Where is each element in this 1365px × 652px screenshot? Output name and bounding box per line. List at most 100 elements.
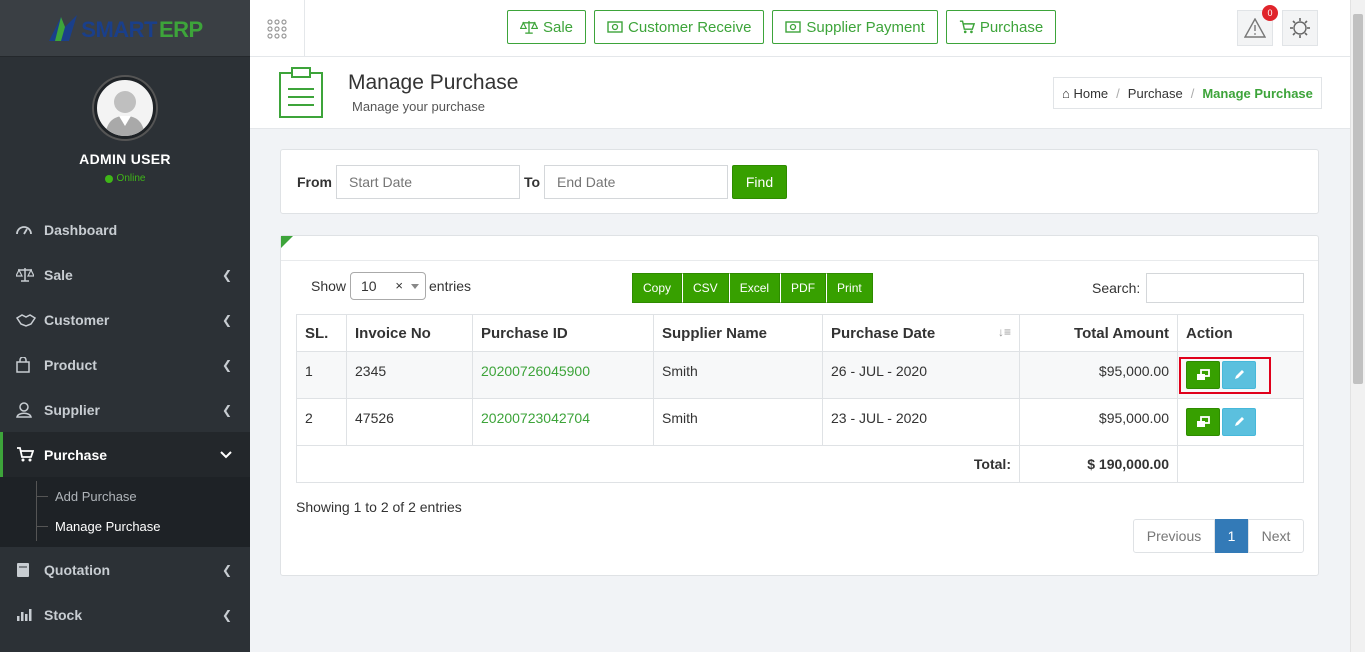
- gear-icon: [1290, 18, 1310, 38]
- sidebar-item-supplier[interactable]: Supplier ❮: [0, 387, 250, 432]
- brand-erp: ERP: [158, 17, 203, 42]
- action-highlight-box: [1179, 357, 1271, 394]
- col-header-purchase-date[interactable]: Purchase Date ↓≡: [822, 314, 1020, 352]
- breadcrumb-home[interactable]: ⌂ Home: [1062, 86, 1108, 101]
- chevron-left-icon: ❮: [221, 267, 232, 282]
- excel-button[interactable]: Excel: [728, 273, 781, 303]
- col-header-supplier[interactable]: Supplier Name: [653, 314, 823, 352]
- breadcrumb-separator: /: [1190, 85, 1195, 101]
- find-button[interactable]: Find: [732, 165, 787, 199]
- sidebar-item-customer[interactable]: Customer ❮: [0, 297, 250, 342]
- notifications-button[interactable]: 0: [1237, 5, 1278, 46]
- sidebar-subitem-add-purchase[interactable]: Add Purchase: [0, 481, 250, 511]
- page-scrollbar[interactable]: [1350, 0, 1365, 652]
- entries-length-select[interactable]: 10 ×: [350, 272, 426, 300]
- page-title: Manage Purchase: [348, 71, 519, 94]
- sidebar-item-dashboard[interactable]: Dashboard: [0, 207, 250, 252]
- chevron-left-icon: ❮: [221, 402, 232, 417]
- sidebar-subitem-manage-purchase[interactable]: Manage Purchase: [0, 511, 250, 541]
- quick-purchase-button[interactable]: Purchase: [945, 10, 1057, 44]
- sidebar-menu: Dashboard Sale ❮ Customer ❮ Product ❮ Su…: [0, 207, 250, 477]
- scrollbar-thumb[interactable]: [1353, 14, 1363, 384]
- logo-mark-icon: [49, 15, 78, 41]
- total-label: Total:: [296, 445, 1020, 483]
- pagination: Previous 1 Next: [1133, 519, 1304, 553]
- csv-button[interactable]: CSV: [682, 273, 729, 303]
- search-label: Search:: [1092, 280, 1141, 296]
- showing-entries-info: Showing 1 to 2 of 2 entries: [296, 499, 462, 515]
- handshake-icon: [16, 313, 38, 327]
- user-avatar-icon: [105, 91, 145, 136]
- bag-icon: [16, 356, 38, 373]
- cell-purchase-id-link[interactable]: 20200723042704: [472, 398, 654, 446]
- cell-purchase-id-link[interactable]: 20200726045900: [472, 351, 654, 399]
- cell-actions: [1177, 398, 1304, 446]
- purchase-submenu: Add Purchase Manage Purchase: [0, 477, 250, 547]
- quick-action-buttons: Sale Customer Receive Supplier Payment P…: [507, 10, 1057, 44]
- pagination-next[interactable]: Next: [1248, 519, 1304, 553]
- purchase-table-card: Show 10 × entries Copy CSV Excel PDF Pri…: [280, 235, 1319, 576]
- chevron-left-icon: ❮: [221, 312, 232, 327]
- warning-icon: [1244, 18, 1266, 38]
- cell-amount: $95,000.00: [1019, 351, 1178, 399]
- to-label: To: [524, 174, 541, 190]
- col-header-sl[interactable]: SL.: [296, 314, 347, 352]
- col-header-invoice[interactable]: Invoice No: [346, 314, 473, 352]
- cell-amount: $95,000.00: [1019, 398, 1178, 446]
- col-header-action: Action: [1177, 314, 1304, 352]
- view-details-button[interactable]: [1186, 408, 1220, 436]
- cell-supplier: Smith: [653, 351, 823, 399]
- pagination-page-1[interactable]: 1: [1215, 519, 1248, 553]
- sidebar: SMART ERP ADMIN USER Online Dashboard Sa…: [0, 0, 250, 652]
- sidebar-item-sale[interactable]: Sale ❮: [0, 252, 250, 297]
- money-icon: [785, 21, 802, 33]
- brand-logo[interactable]: SMART ERP: [47, 13, 203, 43]
- pagination-previous[interactable]: Previous: [1133, 519, 1215, 553]
- quick-sale-button[interactable]: Sale: [507, 10, 587, 44]
- total-empty-cell: [1177, 445, 1304, 483]
- quick-customer-receive-button[interactable]: Customer Receive: [594, 10, 765, 44]
- settings-button[interactable]: [1282, 10, 1318, 46]
- date-filter-card: From To Find: [280, 149, 1319, 214]
- sidebar-item-stock[interactable]: Stock ❮: [0, 592, 250, 637]
- clipboard-icon: [279, 67, 323, 118]
- online-dot-icon: [104, 174, 113, 183]
- sidebar-item-quotation[interactable]: Quotation ❮: [0, 547, 250, 592]
- user-icon: [16, 401, 38, 418]
- sidebar-item-purchase[interactable]: Purchase: [0, 432, 250, 477]
- cell-date: 23 - JUL - 2020: [822, 398, 1020, 446]
- cell-date: 26 - JUL - 2020: [822, 351, 1020, 399]
- user-status: Online: [104, 173, 145, 184]
- print-button[interactable]: Print: [826, 273, 873, 303]
- start-date-input[interactable]: [336, 165, 520, 199]
- sidebar-item-product[interactable]: Product ❮: [0, 342, 250, 387]
- topbar: Sale Customer Receive Supplier Payment P…: [250, 0, 1350, 57]
- apps-grid-button[interactable]: [250, 0, 305, 57]
- card-corner-marker: [281, 236, 293, 248]
- breadcrumb-purchase[interactable]: Purchase: [1128, 86, 1183, 101]
- breadcrumb-separator: /: [1116, 85, 1120, 101]
- scale-icon: [520, 20, 538, 35]
- col-header-purchase-id[interactable]: Purchase ID: [472, 314, 654, 352]
- copy-button[interactable]: Copy: [632, 273, 683, 303]
- grid-icon: [267, 18, 287, 39]
- brand-smart: SMART: [81, 17, 157, 42]
- username: ADMIN USER: [79, 151, 171, 167]
- pdf-button[interactable]: PDF: [780, 273, 827, 303]
- quick-supplier-payment-button[interactable]: Supplier Payment: [772, 10, 938, 44]
- sidebar-menu-lower: Quotation ❮ Stock ❮: [0, 547, 250, 637]
- chevron-left-icon: ❮: [221, 357, 232, 372]
- avatar[interactable]: [94, 77, 156, 139]
- clear-icon[interactable]: ×: [395, 278, 403, 293]
- money-icon: [607, 21, 623, 33]
- logo-bar: SMART ERP: [0, 0, 250, 57]
- end-date-input[interactable]: [544, 165, 728, 199]
- notification-count-badge: 0: [1262, 5, 1278, 21]
- col-header-total-amount[interactable]: Total Amount: [1019, 314, 1178, 352]
- table-total-row: Total: $ 190,000.00: [296, 445, 1304, 483]
- sort-desc-icon[interactable]: ↓≡: [998, 325, 1011, 339]
- search-input[interactable]: [1146, 273, 1304, 303]
- dashboard-icon: [16, 223, 38, 237]
- home-icon: ⌂: [1062, 85, 1070, 101]
- edit-button[interactable]: [1222, 408, 1256, 436]
